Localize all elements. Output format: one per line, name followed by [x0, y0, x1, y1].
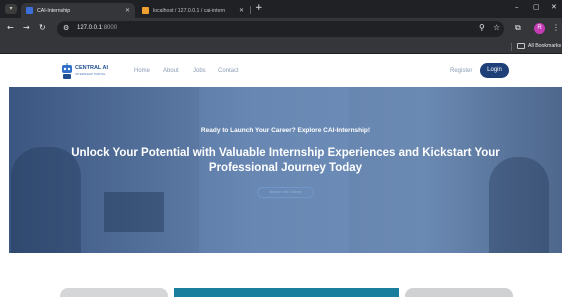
- minimize-button[interactable]: –: [515, 3, 519, 11]
- browser-toolbar: ← → ↻ ⚙ 127.0.0.1:8000 ⚲ ☆ ⧉ R ⋮: [0, 18, 562, 40]
- hero-pre-title: Ready to Launch Your Career? Explore CAI…: [200, 127, 371, 134]
- extensions-icon[interactable]: ⧉: [515, 23, 521, 33]
- url-port: :8000: [102, 25, 118, 31]
- zoom-icon[interactable]: ⚲: [479, 23, 485, 32]
- site-navbar: CENTRAL AI INTERNSHIP PORTAL Home About …: [0, 55, 562, 87]
- bookmark-star-icon[interactable]: ☆: [493, 23, 500, 32]
- tab-title: CAI-Internship: [37, 7, 71, 14]
- browse-jobs-button[interactable]: Browse Job Listings: [257, 187, 314, 198]
- close-window-button[interactable]: ✕: [551, 3, 557, 11]
- site-info-icon[interactable]: ⚙: [63, 24, 69, 32]
- new-tab-button[interactable]: +: [255, 3, 263, 13]
- maximize-button[interactable]: ▢: [533, 3, 540, 11]
- bookmarks-divider: [511, 43, 512, 51]
- menu-kebab-icon[interactable]: ⋮: [552, 23, 560, 32]
- forward-arrow-icon[interactable]: →: [23, 23, 30, 32]
- logo-name[interactable]: CENTRAL AI: [75, 65, 108, 72]
- nav-home-link[interactable]: Home: [134, 68, 150, 74]
- tab-divider: [250, 6, 251, 14]
- close-tab-icon[interactable]: ✕: [239, 7, 244, 14]
- nav-about-link[interactable]: About: [163, 68, 179, 74]
- feature-card-left[interactable]: [60, 288, 168, 297]
- profile-avatar[interactable]: R: [534, 23, 545, 34]
- tab-cai-internship[interactable]: CAI-Internship ✕: [21, 3, 135, 18]
- feature-card-right[interactable]: [405, 288, 513, 297]
- robot-logo-icon[interactable]: [61, 63, 73, 79]
- feature-card-middle[interactable]: [174, 288, 399, 297]
- tab-search-icon[interactable]: ▾: [5, 4, 17, 14]
- hero-title: Unlock Your Potential with Valuable Inte…: [71, 147, 500, 174]
- nav-jobs-link[interactable]: Jobs: [193, 68, 206, 74]
- all-bookmarks-button[interactable]: All Bookmarks: [528, 43, 561, 49]
- back-arrow-icon[interactable]: ←: [7, 23, 14, 32]
- hero-photo-monitor: [104, 192, 164, 232]
- phpmyadmin-favicon-icon: [142, 7, 149, 14]
- folder-icon: [517, 43, 525, 49]
- hero-banner: Ready to Launch Your Career? Explore CAI…: [9, 87, 562, 253]
- site-favicon-icon: [26, 7, 33, 14]
- browser-tab-bar: ▾ CAI-Internship ✕ localhost / 127.0.0.1…: [0, 0, 562, 18]
- address-bar[interactable]: ⚙ 127.0.0.1:8000: [57, 21, 504, 37]
- reload-icon[interactable]: ↻: [39, 23, 46, 32]
- logo-tagline: INTERNSHIP PORTAL: [75, 72, 106, 76]
- tab-title: localhost / 127.0.0.1 / cai-intern: [153, 7, 226, 14]
- tab-phpmyadmin[interactable]: localhost / 127.0.0.1 / cai-intern ✕: [137, 3, 249, 18]
- bookmarks-bar: All Bookmarks: [0, 40, 562, 54]
- url-text[interactable]: 127.0.0.1:8000: [77, 25, 117, 31]
- url-host: 127.0.0.1: [77, 25, 103, 31]
- login-button[interactable]: Login: [480, 63, 509, 78]
- register-link[interactable]: Register: [450, 68, 472, 74]
- close-tab-icon[interactable]: ✕: [125, 7, 130, 14]
- nav-contact-link[interactable]: Contact: [218, 68, 239, 74]
